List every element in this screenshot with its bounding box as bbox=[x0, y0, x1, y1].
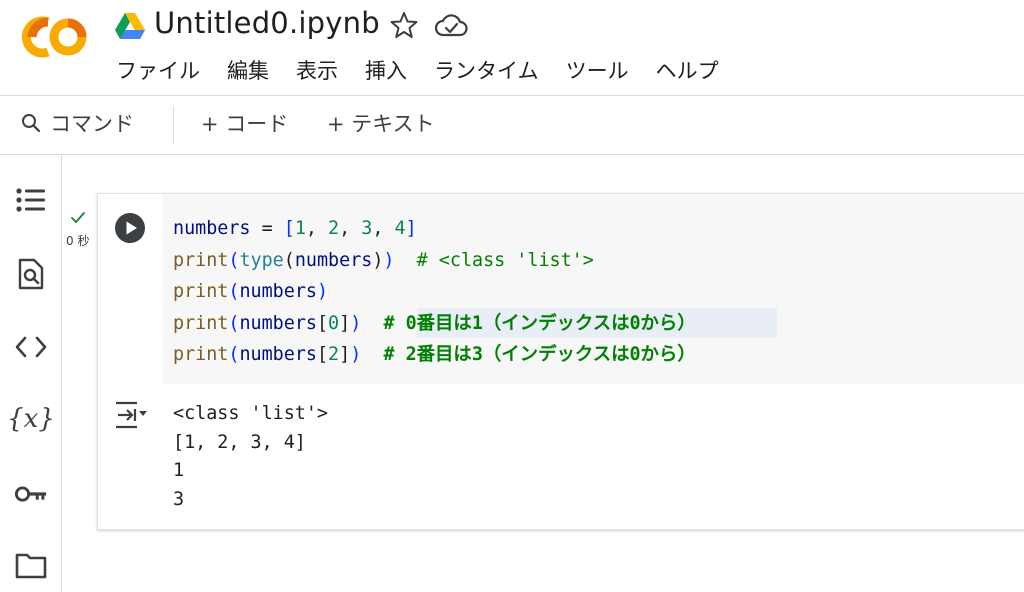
menu-view[interactable]: 表示 bbox=[296, 56, 351, 86]
star-icon[interactable] bbox=[389, 10, 419, 40]
secrets-key-icon[interactable] bbox=[14, 477, 48, 511]
menubar: ファイル 編集 表示 挿入 ランタイム ツール ヘルプ bbox=[116, 56, 746, 86]
toolbar-separator bbox=[173, 106, 174, 144]
menu-help[interactable]: ヘルプ bbox=[656, 56, 732, 86]
code-line-4: print(numbers[0]) # 0番目は1（インデックスは0から） bbox=[173, 312, 696, 334]
output-line-3: 1 bbox=[173, 460, 185, 481]
output-line-1: <class 'list'> bbox=[173, 403, 329, 424]
output-line-4: 3 bbox=[173, 488, 185, 510]
notebook-title[interactable]: Untitled0.ipynb bbox=[154, 6, 380, 40]
execution-time: 0 秒 bbox=[66, 234, 90, 248]
cell-output: <class 'list'> [1, 2, 3, 4] 1 3 bbox=[173, 400, 328, 514]
add-text-button[interactable]: + テキスト bbox=[327, 108, 435, 138]
run-cell-button[interactable] bbox=[114, 212, 146, 244]
google-drive-icon bbox=[115, 13, 145, 39]
menu-edit[interactable]: 編集 bbox=[227, 56, 282, 86]
code-line-3: print(numbers) bbox=[173, 281, 329, 302]
code-line-5: print(numbers[2]) # 2番目は3（インデックスは0から） bbox=[173, 344, 696, 365]
menu-tools[interactable]: ツール bbox=[566, 56, 642, 86]
code-snippets-icon[interactable] bbox=[14, 330, 48, 364]
menu-insert[interactable]: 挿入 bbox=[365, 56, 420, 86]
check-icon bbox=[71, 212, 85, 223]
files-folder-icon[interactable] bbox=[14, 548, 48, 582]
code-text[interactable]: numbers = [1, 2, 3, 4] print(type(numbers… bbox=[173, 213, 696, 371]
command-label: コマンド bbox=[50, 112, 134, 136]
menu-runtime[interactable]: ランタイム bbox=[434, 56, 552, 86]
output-actions-icon[interactable] bbox=[113, 400, 149, 430]
menu-file[interactable]: ファイル bbox=[116, 56, 213, 86]
table-of-contents-icon[interactable] bbox=[14, 183, 48, 217]
header: Untitled0.ipynb ファイル 編集 表示 挿入 ランタイム ツール … bbox=[0, 0, 1024, 96]
code-line-2: print(type(numbers)) # <class 'list'> bbox=[173, 249, 594, 271]
code-line-1: numbers = [1, 2, 3, 4] bbox=[173, 218, 417, 239]
cloud-saved-icon[interactable] bbox=[434, 12, 468, 40]
toolbar-divider bbox=[0, 154, 1024, 155]
search-icon bbox=[22, 114, 41, 133]
left-sidebar: {x} bbox=[0, 155, 62, 592]
toolbar: コマンド + コード + テキスト bbox=[0, 96, 1024, 154]
colab-logo[interactable] bbox=[18, 14, 88, 60]
add-code-button[interactable]: + コード bbox=[201, 108, 288, 138]
command-palette-button[interactable]: コマンド bbox=[20, 108, 134, 138]
output-line-2: [1, 2, 3, 4] bbox=[173, 431, 306, 453]
variables-icon[interactable]: {x} bbox=[7, 402, 55, 436]
find-in-file-icon[interactable] bbox=[14, 257, 48, 291]
